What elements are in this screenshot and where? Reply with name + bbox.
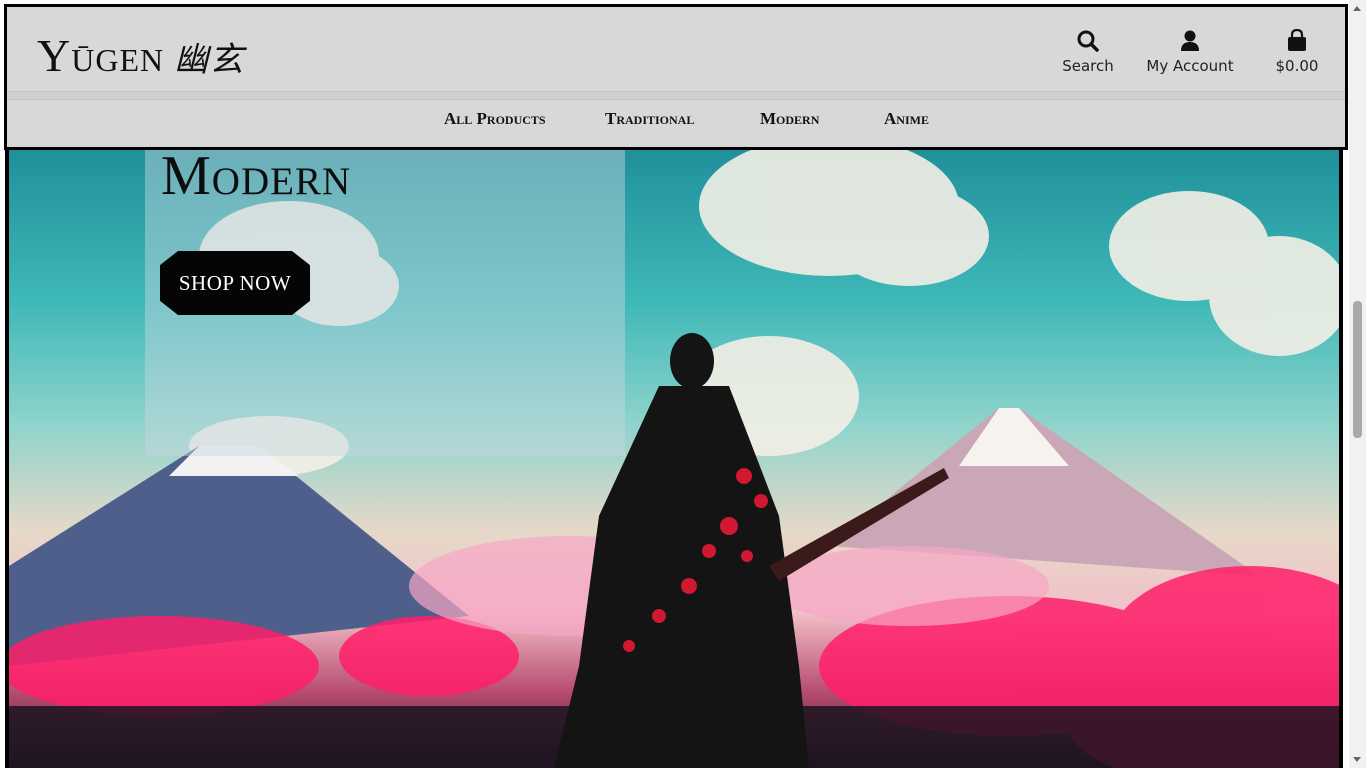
my-account-label: My Account bbox=[1146, 57, 1234, 75]
cart-total: $0.00 bbox=[1275, 57, 1319, 75]
hero-text-panel: Modern SHOP NOW bbox=[145, 136, 625, 456]
shop-now-button[interactable]: SHOP NOW bbox=[160, 251, 310, 315]
brand-logo[interactable]: Yūgen 幽玄 bbox=[37, 29, 244, 82]
user-icon bbox=[1145, 29, 1235, 55]
brand-kanji: 幽玄 bbox=[174, 40, 245, 80]
my-account-link[interactable]: My Account bbox=[1145, 29, 1235, 75]
nav-item-traditional[interactable]: Traditional bbox=[605, 109, 694, 129]
nav-item-anime[interactable]: Anime bbox=[884, 109, 929, 129]
search-label: Search bbox=[1062, 57, 1114, 75]
scrollbar-thumb[interactable] bbox=[1353, 301, 1362, 438]
page-scrollbar[interactable] bbox=[1349, 0, 1366, 768]
scroll-down-icon[interactable] bbox=[1353, 757, 1361, 762]
search-link[interactable]: Search bbox=[1053, 29, 1123, 75]
site-header: Yūgen 幽玄 Search My Account $0.00 All Prod… bbox=[4, 4, 1348, 150]
search-icon bbox=[1053, 29, 1123, 55]
main-nav: All Products Traditional Modern Anime bbox=[7, 109, 1345, 135]
nav-item-all-products[interactable]: All Products bbox=[444, 109, 546, 129]
hero-heading: Modern bbox=[161, 145, 352, 207]
scroll-up-icon[interactable] bbox=[1353, 6, 1361, 11]
header-divider bbox=[7, 91, 1345, 100]
cart-link[interactable]: $0.00 bbox=[1267, 28, 1327, 75]
nav-item-modern[interactable]: Modern bbox=[760, 109, 819, 129]
shopping-bag-icon bbox=[1267, 28, 1327, 55]
brand-name: Yūgen bbox=[37, 30, 165, 81]
